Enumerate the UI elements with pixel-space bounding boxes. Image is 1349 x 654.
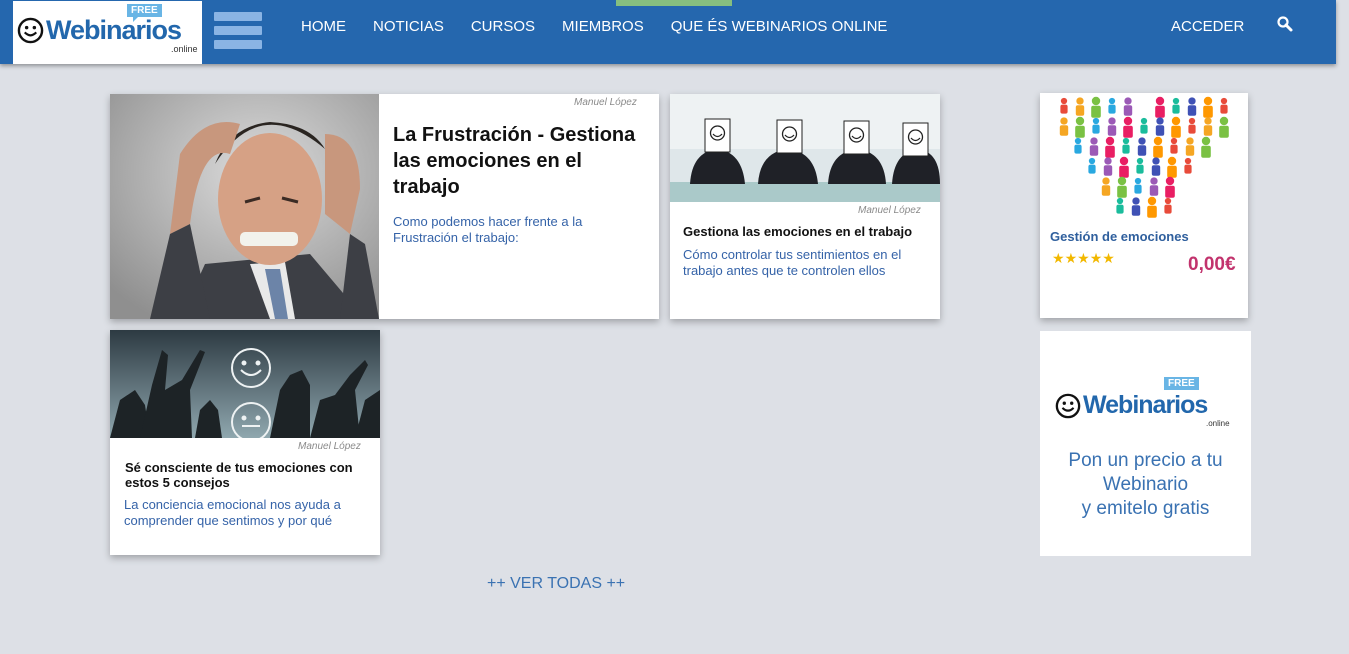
promo-banner[interactable]: FREE Webinarios .online Pon un precio a … xyxy=(1040,331,1251,556)
star-icon: ★ xyxy=(1102,250,1115,266)
logo-text: Webinarios xyxy=(46,15,182,45)
article-description: Como podemos hacer frente a la Frustraci… xyxy=(393,214,583,245)
logo-domain: .online xyxy=(171,44,198,54)
article-title[interactable]: La Frustración - Gestiona las emociones … xyxy=(393,122,653,200)
star-icon: ★ xyxy=(1052,250,1065,266)
active-indicator xyxy=(616,0,732,6)
nav-noticias[interactable]: NOTICIAS xyxy=(373,18,444,35)
people-with-smiley-signs-image xyxy=(670,94,940,202)
main-nav: HOME NOTICIAS CURSOS MIEMBROS QUE ÉS WEB… xyxy=(301,18,914,35)
nav-que-es[interactable]: QUE ÉS WEBINARIOS ONLINE xyxy=(671,18,888,35)
site-logo[interactable]: FREE Webinarios .online xyxy=(13,1,202,64)
nav-miembros[interactable]: MIEMBROS xyxy=(562,18,644,35)
star-icon: ★ xyxy=(1064,250,1078,266)
smiley-icon xyxy=(17,17,44,44)
article-author: Manuel López xyxy=(858,205,921,216)
top-navigation-bar: FREE Webinarios .online HOME NOTICIAS CU… xyxy=(0,0,1336,64)
promo-logo-text: Webinarios xyxy=(1083,391,1208,419)
article-author: Manuel López xyxy=(574,97,637,108)
article-card-gestiona[interactable]: Manuel López Gestiona las emociones en e… xyxy=(670,94,940,319)
free-badge: FREE xyxy=(1164,377,1199,390)
search-icon[interactable] xyxy=(1275,14,1295,34)
login-link[interactable]: ACCEDER xyxy=(1171,18,1244,35)
article-description: La conciencia emocional nos ayuda a comp… xyxy=(124,497,341,528)
article-title[interactable]: Gestiona las emociones en el trabajo xyxy=(683,224,933,240)
star-icon: ★ xyxy=(1077,250,1090,266)
nav-cursos[interactable]: CURSOS xyxy=(471,18,535,35)
article-card-frustracion[interactable]: Manuel López La Frustración - Gestiona l… xyxy=(110,94,659,319)
rating-stars: ★ ★ ★ ★ ★ xyxy=(1052,251,1115,265)
course-price: 0,00€ xyxy=(1188,254,1236,275)
article-title[interactable]: Sé consciente de tus emociones con estos… xyxy=(125,460,365,490)
article-description: Cómo controlar tus sentimientos en el tr… xyxy=(683,247,902,278)
promo-line-1: Pon un precio a tu xyxy=(1068,450,1223,471)
article-card-consciente[interactable]: Manuel López Sé consciente de tus emocio… xyxy=(110,330,380,555)
nav-home[interactable]: HOME xyxy=(301,18,346,35)
see-all-link[interactable]: ++ VER TODAS ++ xyxy=(487,575,625,593)
celebrating-crowd-image xyxy=(110,330,380,438)
colorful-people-heart-image xyxy=(1040,93,1248,221)
article-author: Manuel López xyxy=(298,441,361,452)
smiley-icon xyxy=(1055,393,1081,418)
course-card[interactable]: Gestión de emociones ★ ★ ★ ★ ★ 0,00€ xyxy=(1040,93,1248,318)
stressed-man-image xyxy=(110,94,379,319)
star-icon: ★ xyxy=(1089,250,1103,266)
promo-line-3: y emitelo gratis xyxy=(1081,498,1210,519)
course-title[interactable]: Gestión de emociones xyxy=(1050,229,1189,244)
promo-logo-domain: .online xyxy=(1206,419,1230,428)
menu-icon[interactable] xyxy=(214,12,262,52)
promo-line-2: Webinario xyxy=(1102,474,1189,495)
